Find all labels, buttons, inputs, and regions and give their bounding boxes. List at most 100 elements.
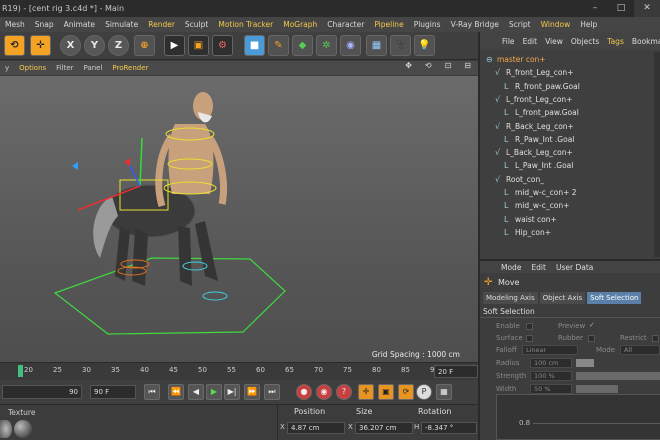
minimize-button[interactable]: – <box>582 0 608 17</box>
object-menu-edit[interactable]: Edit <box>519 37 542 46</box>
enable-checkbox[interactable] <box>526 323 533 330</box>
next-key-icon[interactable]: ⏩ <box>244 384 260 400</box>
material-swatch-2[interactable] <box>14 420 32 438</box>
object-list-item[interactable]: Lmid_w-c_con+ 2 <box>480 186 660 199</box>
z-axis-lock-button[interactable]: Z <box>108 35 129 56</box>
render-picture-viewer-icon[interactable]: ▣ <box>188 35 209 56</box>
object-list-item[interactable]: L R_Paw_Int .Goal <box>480 133 660 146</box>
object-list-item[interactable]: √ L_Back_Leg_con+ <box>480 146 660 159</box>
width-slider[interactable] <box>576 385 618 393</box>
radius-field[interactable]: 100 cm <box>530 358 572 368</box>
object-menu-objects[interactable]: Objects <box>567 37 603 46</box>
menu-motion-tracker[interactable]: Motion Tracker <box>213 20 278 29</box>
menu-script[interactable]: Script <box>504 20 536 29</box>
object-list-item[interactable]: L L_front_paw.Goal <box>480 106 660 119</box>
camera-icon[interactable]: 🎥 <box>390 35 411 56</box>
record-keys-icon[interactable]: ● <box>296 384 312 400</box>
attr-menu-user-data[interactable]: User Data <box>551 263 598 272</box>
viewport-menu-panel[interactable]: Panel <box>79 64 108 72</box>
autokey-icon[interactable]: ◉ <box>316 384 332 400</box>
light-icon[interactable]: 💡 <box>414 35 435 56</box>
rubber-checkbox[interactable] <box>588 335 595 342</box>
attr-tab-soft-selection[interactable]: Soft Selection <box>587 292 642 304</box>
menu-snap[interactable]: Snap <box>30 20 59 29</box>
object-list-item[interactable]: Lmid_w-c_con+ <box>480 199 660 212</box>
width-field[interactable]: 50 % <box>530 384 572 394</box>
viewport-menu-y[interactable]: y <box>0 64 14 72</box>
orbit-icon[interactable]: ⟲ <box>420 61 437 70</box>
menu-character[interactable]: Character <box>322 20 369 29</box>
object-list-item[interactable]: Lwaist con+ <box>480 213 660 226</box>
timeline-ruler[interactable]: 202530354045505560657075808590 20 F <box>0 362 478 380</box>
gizmo-y-axis[interactable] <box>139 137 143 187</box>
menu-simulate[interactable]: Simulate <box>100 20 143 29</box>
object-list-item[interactable]: L L_Paw_Int .Goal <box>480 159 660 172</box>
viewport-menu-filter[interactable]: Filter <box>51 64 78 72</box>
close-button[interactable]: ✕ <box>634 0 660 17</box>
viewport-menu-options[interactable]: Options <box>14 64 51 72</box>
previous-key-icon[interactable]: ⏪ <box>168 384 184 400</box>
attr-menu-mode[interactable]: Mode <box>496 263 526 272</box>
object-menu-tags[interactable]: Tags <box>603 37 628 46</box>
cube-primitive-icon[interactable]: ■ <box>244 35 265 56</box>
menu-pipeline[interactable]: Pipeline <box>369 20 408 29</box>
preview-end-field[interactable]: 90 F <box>90 385 136 399</box>
gizmo-z-axis[interactable] <box>129 165 141 187</box>
render-settings-icon[interactable]: ⚙ <box>212 35 233 56</box>
zoom-icon[interactable]: ⊡ <box>440 61 457 70</box>
attr-tab-modeling-axis[interactable]: Modeling Axis <box>483 292 538 304</box>
object-list-item[interactable]: ⊖ master con+ <box>480 53 660 66</box>
mode-dropdown[interactable]: All <box>620 345 660 355</box>
radius-slider[interactable] <box>576 359 594 367</box>
size-x-field[interactable]: 36.207 cm <box>355 422 413 434</box>
surface-checkbox[interactable] <box>526 335 533 342</box>
l-front-paw-goal[interactable] <box>202 291 228 301</box>
falloff-graph[interactable]: 0.8 <box>496 394 660 440</box>
material-swatch-1[interactable] <box>0 420 12 438</box>
rotation-h-field[interactable]: -8.347 ° <box>421 422 477 434</box>
menu-animate[interactable]: Animate <box>59 20 100 29</box>
object-menu-view[interactable]: View <box>541 37 567 46</box>
go-to-start-icon[interactable]: ⏮ <box>144 384 160 400</box>
object-menu-file[interactable]: File <box>498 37 519 46</box>
master-control-hexagon[interactable] <box>53 257 286 335</box>
rotation-key-icon[interactable]: ⟳ <box>398 384 414 400</box>
menu-sculpt[interactable]: Sculpt <box>180 20 213 29</box>
menu-help[interactable]: Help <box>575 20 602 29</box>
menu-mesh[interactable]: Mesh <box>0 20 30 29</box>
playhead[interactable] <box>18 365 23 377</box>
menu-v-ray-bridge[interactable]: V-Ray Bridge <box>446 20 504 29</box>
parameter-key-icon[interactable]: P <box>416 384 432 400</box>
cloner-icon[interactable]: ✲ <box>316 35 337 56</box>
play-icon[interactable]: ▶ <box>206 384 222 400</box>
object-menu-bookmar[interactable]: Bookmar <box>628 37 660 46</box>
position-x-field[interactable]: 4.87 cm <box>287 422 345 434</box>
menu-window[interactable]: Window <box>536 20 576 29</box>
move-tool-icon[interactable]: ✛ <box>30 35 51 56</box>
render-view-icon[interactable]: ▶ <box>164 35 185 56</box>
object-list-item[interactable]: √ R_Back_Leg_con+ <box>480 120 660 133</box>
strength-field[interactable]: 100 % <box>530 371 572 381</box>
object-list-item[interactable]: √ R_front_Leg_con+ <box>480 66 660 79</box>
object-list-item[interactable]: L Hip_con+ <box>480 226 660 239</box>
strength-slider[interactable] <box>576 372 660 380</box>
gizmo-handle-blue[interactable] <box>72 162 78 170</box>
pan-icon[interactable]: ✥ <box>400 61 417 70</box>
object-list-item[interactable]: √ Root_con_ <box>480 173 660 186</box>
object-list-item[interactable]: √ L_front_Leg_con+ <box>480 93 660 106</box>
undo-icon[interactable]: ⟲ <box>4 35 25 56</box>
falloff-dropdown[interactable]: Linear <box>522 345 578 355</box>
menu-mograph[interactable]: MoGraph <box>278 20 322 29</box>
menu-render[interactable]: Render <box>143 20 180 29</box>
x-axis-lock-button[interactable]: X <box>60 35 81 56</box>
step-forward-icon[interactable]: ▶| <box>224 384 240 400</box>
keyframe-selection-icon[interactable]: ? <box>336 384 352 400</box>
3d-viewport[interactable]: Grid Spacing : 1000 cm <box>0 76 478 362</box>
subdivision-surface-icon[interactable]: ◆ <box>292 35 313 56</box>
object-list-scrollbar[interactable] <box>654 52 660 257</box>
attr-tab-object-axis[interactable]: Object Axis <box>539 292 586 304</box>
world-coordinate-icon[interactable]: ⊕ <box>134 35 155 56</box>
restrict-checkbox[interactable] <box>652 335 659 342</box>
toggle-view-icon[interactable]: ⊟ <box>459 61 476 70</box>
current-frame-field[interactable]: 20 F <box>434 365 478 378</box>
